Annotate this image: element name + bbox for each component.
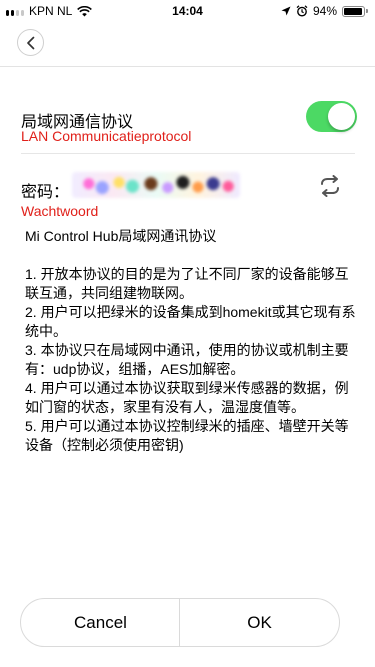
protocol-item: 2. 用户可以把绿米的设备集成到homekit或其它现有系统中。 (25, 304, 356, 339)
battery-icon (342, 5, 368, 17)
refresh-icon[interactable] (318, 175, 342, 197)
protocol-heading: Mi Control Hub局域网通讯协议 (25, 228, 217, 244)
cancel-button[interactable]: Cancel (20, 598, 181, 647)
protocol-item: 1. 开放本协议的目的是为了让不同厂家的设备能够互联互通，共同组建物联网。 (25, 266, 349, 301)
protocol-item: 4. 用户可以通过本协议获取到绿米传感器的数据，例如门窗的状态，家里有没有人，温… (25, 380, 349, 415)
status-bar: KPN NL 14:04 94% (0, 0, 375, 22)
ok-button[interactable]: OK (179, 598, 340, 647)
battery-percent: 94% (312, 4, 337, 18)
alarm-icon (296, 5, 308, 17)
protocol-item: 5. 用户可以通过本协议控制绿米的插座、墙壁开关等设备（控制必须使用密钥) (25, 418, 349, 453)
chevron-left-icon (26, 36, 34, 49)
password-value-obscured (72, 172, 240, 198)
password-translation: Wachtwoord (21, 203, 99, 219)
back-button[interactable] (17, 29, 44, 56)
battery-fill (344, 7, 362, 15)
row-divider (21, 153, 355, 154)
toggle-knob (328, 103, 355, 130)
lan-protocol-screen: KPN NL 14:04 94% 局域网通信协议 LAN Communicati… (0, 0, 375, 667)
lan-protocol-toggle[interactable] (306, 101, 357, 132)
protocol-item: 3. 本协议只在局域网中通讯，使用的协议或机制主要有：udp协议，组播，AES加… (25, 342, 349, 377)
lan-protocol-translation: LAN Communicatieprotocol (21, 128, 192, 144)
password-label: 密码： (21, 184, 70, 201)
location-arrow-icon (281, 6, 291, 16)
status-right: 94% (281, 4, 368, 18)
nav-divider (0, 66, 375, 67)
protocol-description: Mi Control Hub局域网通讯协议 1. 开放本协议的目的是为了让不同厂… (25, 227, 361, 455)
